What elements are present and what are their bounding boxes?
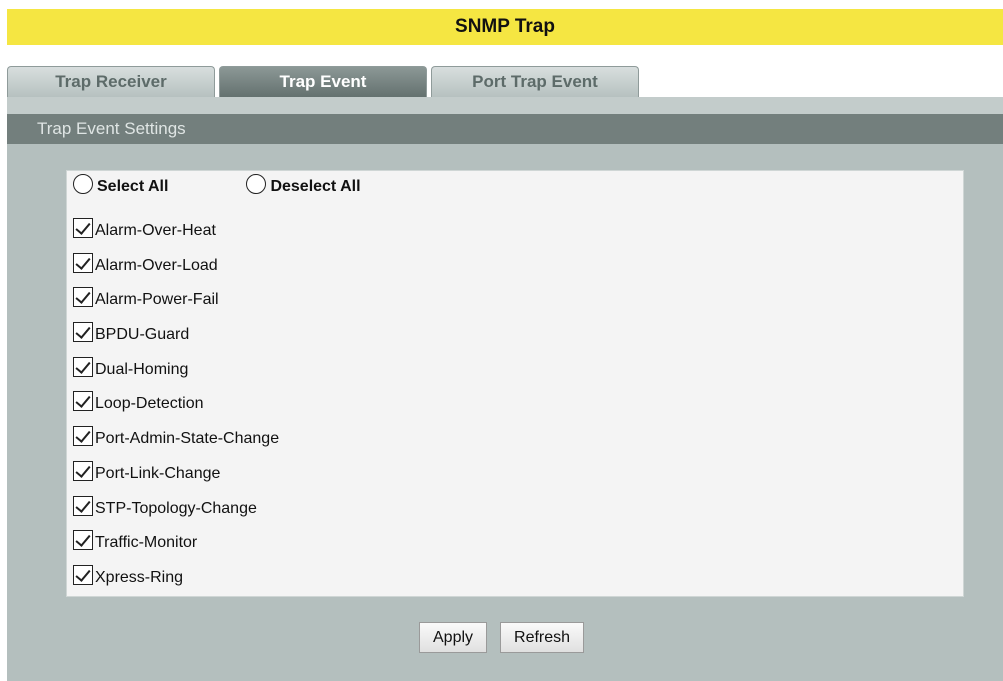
checkbox-checked-icon[interactable] xyxy=(73,530,93,551)
deselect-all-label: Deselect All xyxy=(270,178,361,195)
tab-trap-event[interactable]: Trap Event xyxy=(219,66,427,97)
select-controls: Select All Deselect All xyxy=(73,174,439,197)
trap-event-list-box: Select All Deselect All Alarm-Over-Heat … xyxy=(66,170,964,597)
checkbox-checked-icon[interactable] xyxy=(73,252,93,273)
event-label: Port-Admin-State-Change xyxy=(95,430,280,448)
event-checkbox-loop-detection[interactable]: Loop-Detection xyxy=(73,391,279,426)
event-checkbox-xpress-ring[interactable]: Xpress-Ring xyxy=(73,564,279,600)
event-checkbox-stp-topology-change[interactable]: STP-Topology-Change xyxy=(73,495,279,531)
checkbox-checked-icon[interactable] xyxy=(73,356,93,377)
tab-trap-receiver[interactable]: Trap Receiver xyxy=(7,66,215,97)
checkbox-checked-icon[interactable] xyxy=(73,564,93,585)
event-checkbox-bpdu-guard[interactable]: BPDU-Guard xyxy=(73,322,279,357)
event-label: Alarm-Power-Fail xyxy=(95,291,219,309)
event-checkbox-traffic-monitor[interactable]: Traffic-Monitor xyxy=(73,530,279,565)
event-checkbox-dual-homing[interactable]: Dual-Homing xyxy=(73,356,279,392)
event-label: Traffic-Monitor xyxy=(95,534,198,552)
deselect-all-radio[interactable]: Deselect All xyxy=(246,174,361,197)
panel-divider xyxy=(7,97,1003,114)
event-checkbox-alarm-power-fail[interactable]: Alarm-Power-Fail xyxy=(73,287,279,322)
event-checkbox-alarm-over-heat[interactable]: Alarm-Over-Heat xyxy=(73,218,279,253)
section-header: Trap Event Settings xyxy=(7,114,1003,144)
event-checkbox-port-link-change[interactable]: Port-Link-Change xyxy=(73,460,279,496)
tab-bar: Trap Receiver Trap Event Port Trap Event xyxy=(7,66,643,97)
content-panel: Trap Event Settings Select All Deselect … xyxy=(7,97,1003,681)
checkbox-checked-icon[interactable] xyxy=(73,287,93,308)
event-label: Alarm-Over-Heat xyxy=(95,222,216,239)
checkbox-checked-icon[interactable] xyxy=(73,426,93,447)
select-all-radio[interactable]: Select All xyxy=(73,174,169,197)
radio-circle-icon[interactable] xyxy=(73,174,93,194)
tab-port-trap-event[interactable]: Port Trap Event xyxy=(431,66,639,97)
event-checkbox-port-admin-state-change[interactable]: Port-Admin-State-Change xyxy=(73,426,279,461)
event-label: STP-Topology-Change xyxy=(95,499,257,517)
select-all-label: Select All xyxy=(97,178,169,195)
checkbox-checked-icon[interactable] xyxy=(73,218,93,238)
page-title: SNMP Trap xyxy=(7,9,1003,45)
event-label: BPDU-Guard xyxy=(95,326,190,344)
event-label: Loop-Detection xyxy=(95,395,204,413)
event-label: Dual-Homing xyxy=(95,360,189,378)
event-checkbox-list: Alarm-Over-Heat Alarm-Over-Load Alarm-Po… xyxy=(73,218,279,600)
checkbox-checked-icon[interactable] xyxy=(73,391,93,412)
event-label: Xpress-Ring xyxy=(95,568,184,586)
refresh-button[interactable]: Refresh xyxy=(500,622,585,653)
event-label: Alarm-Over-Load xyxy=(95,256,218,274)
checkbox-checked-icon[interactable] xyxy=(73,322,93,343)
event-checkbox-alarm-over-load[interactable]: Alarm-Over-Load xyxy=(73,252,279,288)
event-label: Port-Link-Change xyxy=(95,464,221,482)
action-buttons: Apply Refresh xyxy=(419,622,597,653)
checkbox-checked-icon[interactable] xyxy=(73,460,93,481)
radio-circle-icon[interactable] xyxy=(246,174,267,194)
checkbox-checked-icon[interactable] xyxy=(73,495,93,516)
apply-button[interactable]: Apply xyxy=(419,622,488,653)
